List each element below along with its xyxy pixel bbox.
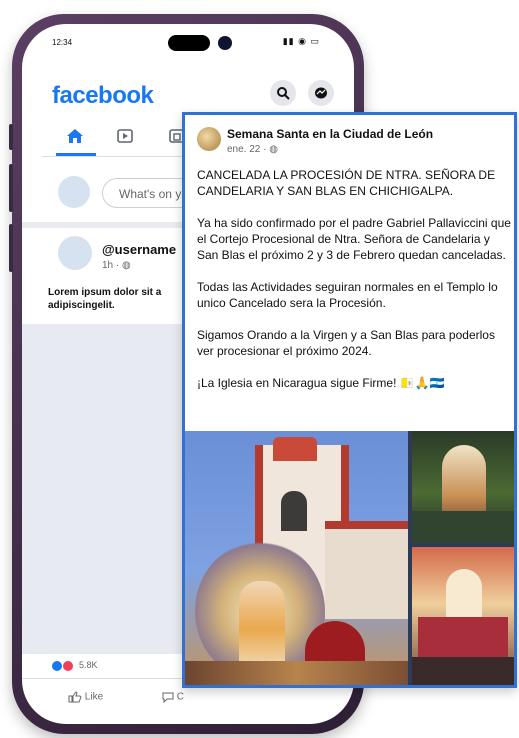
search-icon[interactable] <box>270 80 296 106</box>
card-paragraph: CANCELADA LA PROCESIÓN DE NTRA. SEÑORA D… <box>197 168 496 198</box>
gallery-photo-2[interactable] <box>412 431 514 543</box>
like-reaction-icon <box>52 660 62 671</box>
card-author[interactable]: Semana Santa en la Ciudad de León <box>227 127 433 141</box>
gallery-main-photo[interactable] <box>185 431 408 685</box>
card-paragraph: Ya ha sido confirmado por el padre Gabri… <box>197 216 511 262</box>
home-icon[interactable] <box>64 126 86 148</box>
card-avatar[interactable] <box>197 127 221 151</box>
status-time: 12:34 <box>52 38 73 47</box>
comment-button[interactable]: C <box>162 691 185 704</box>
card-paragraph: Todas las Actividades seguiran normales … <box>197 280 498 310</box>
gallery-photo-3[interactable] <box>412 547 514 685</box>
phone-side-button <box>9 124 13 150</box>
love-reaction-icon <box>62 660 73 671</box>
phone-volume-button <box>9 224 13 272</box>
video-icon[interactable] <box>114 126 136 148</box>
active-tab-indicator <box>56 153 96 156</box>
comment-label: C <box>176 691 185 703</box>
reactions-count: 5.8K <box>79 660 98 670</box>
camera-icon <box>218 36 232 50</box>
post-text: Lorem ipsum dolor sit a adipiscingelit. <box>48 287 162 311</box>
post-meta: 1h · ◍ <box>102 260 131 271</box>
dynamic-island <box>168 35 210 51</box>
thumbs-up-icon <box>68 691 82 703</box>
card-meta: ene. 22 · ◍ <box>227 144 278 155</box>
photo-gallery[interactable] <box>185 431 514 685</box>
avatar[interactable] <box>58 176 90 208</box>
reactions-bar[interactable]: 5.8K <box>52 660 98 671</box>
like-label: Like <box>84 691 104 703</box>
post-avatar[interactable] <box>58 236 92 270</box>
card-paragraph: Sigamos Orando a la Virgen y a San Blas … <box>197 328 495 358</box>
status-bar: 12:34 ▮▮ ◉ ▭ <box>22 24 354 64</box>
status-icons: ▮▮ ◉ ▭ <box>282 36 320 46</box>
facebook-logo[interactable]: facebook <box>52 82 154 110</box>
phone-volume-button <box>9 164 13 212</box>
post-username[interactable]: @username <box>102 242 176 257</box>
messenger-icon[interactable] <box>308 80 334 106</box>
card-text: CANCELADA LA PROCESIÓN DE NTRA. SEÑORA D… <box>197 167 513 407</box>
post-card[interactable]: Semana Santa en la Ciudad de León ene. 2… <box>182 112 517 688</box>
comment-icon <box>162 692 174 704</box>
like-button[interactable]: Like <box>68 691 103 703</box>
card-paragraph: ¡La Iglesia en Nicaragua sigue Firme! 🇻🇦… <box>197 376 445 390</box>
